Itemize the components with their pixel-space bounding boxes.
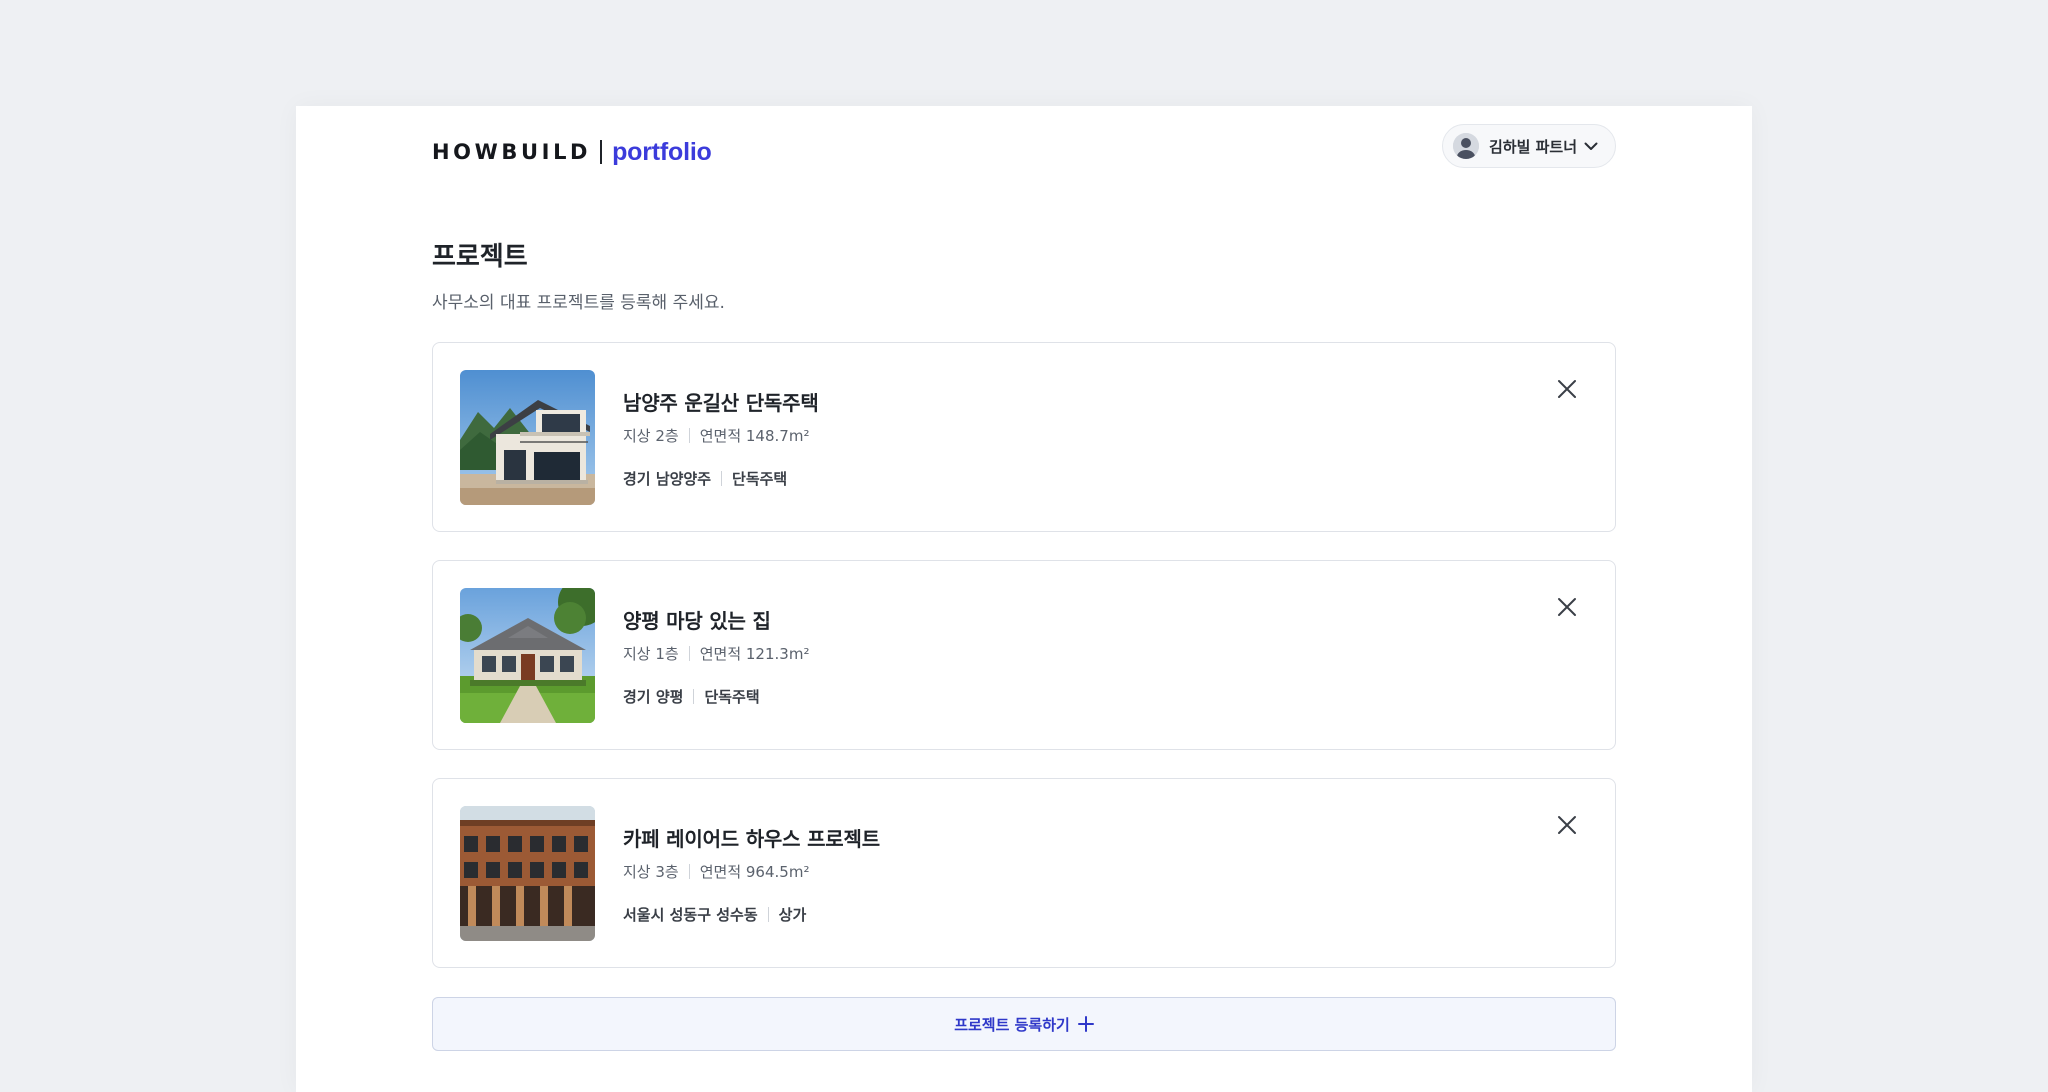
project-location: 경기 양평 (623, 688, 684, 706)
project-tags: 경기 양평 단독주택 (623, 686, 760, 707)
page-description: 사무소의 대표 프로젝트를 등록해 주세요. (432, 293, 725, 313)
close-icon (1558, 816, 1576, 834)
project-card[interactable]: 남양주 운길산 단독주택 지상 2층 연면적 148.7m² 경기 남양양주 단… (432, 342, 1616, 532)
project-floors: 지상 2층 (623, 427, 679, 445)
project-title: 양평 마당 있는 집 (623, 609, 771, 633)
project-category: 단독주택 (732, 470, 788, 488)
project-specs: 지상 2층 연면적 148.7m² (623, 425, 809, 446)
project-card[interactable]: 양평 마당 있는 집 지상 1층 연면적 121.3m² 경기 양평 단독주택 (432, 560, 1616, 750)
project-thumbnail (460, 806, 595, 941)
logo-brand: HOWBUILD (432, 140, 592, 164)
project-specs: 지상 1층 연면적 121.3m² (623, 643, 809, 664)
chevron-down-icon (1583, 138, 1599, 154)
project-category: 상가 (778, 906, 807, 924)
project-floors: 지상 3층 (623, 863, 679, 881)
divider (688, 646, 690, 661)
divider (721, 471, 723, 486)
project-area: 연면적 121.3m² (699, 645, 810, 663)
logo-divider (600, 140, 603, 164)
project-thumbnail (460, 370, 595, 505)
remove-project-button[interactable] (1555, 377, 1579, 401)
project-title: 남양주 운길산 단독주택 (623, 391, 819, 415)
remove-project-button[interactable] (1555, 595, 1579, 619)
user-name: 김하빌 파트너 (1488, 137, 1577, 156)
close-icon (1558, 598, 1576, 616)
logo[interactable]: HOWBUILD portfolio (432, 134, 712, 170)
top-header: HOWBUILD portfolio 김하빌 파트너 (432, 106, 1616, 188)
page-title: 프로젝트 (432, 242, 528, 272)
project-tags: 서울시 성동구 성수동 상가 (623, 904, 806, 925)
close-icon (1558, 380, 1576, 398)
user-avatar-icon (1452, 133, 1479, 159)
logo-portfolio: portfolio (612, 137, 712, 166)
divider (688, 428, 690, 443)
divider (688, 864, 690, 879)
project-title: 카페 레이어드 하우스 프로젝트 (623, 827, 880, 851)
project-card[interactable]: 카페 레이어드 하우스 프로젝트 지상 3층 연면적 964.5m² 서울시 성… (432, 778, 1616, 968)
user-menu-button[interactable]: 김하빌 파트너 (1441, 124, 1616, 168)
project-location: 경기 남양양주 (623, 470, 712, 488)
plus-icon (1077, 1016, 1094, 1032)
project-category: 단독주택 (704, 688, 760, 706)
portfolio-panel: HOWBUILD portfolio 김하빌 파트너 프로젝트 사무소의 대표 … (296, 106, 1752, 1092)
project-location: 서울시 성동구 성수동 (623, 906, 758, 924)
project-area: 연면적 148.7m² (699, 427, 810, 445)
project-tags: 경기 남양양주 단독주택 (623, 468, 787, 489)
project-specs: 지상 3층 연면적 964.5m² (623, 861, 809, 882)
project-area: 연면적 964.5m² (699, 863, 810, 881)
divider (767, 907, 769, 922)
project-thumbnail (460, 588, 595, 723)
project-floors: 지상 1층 (623, 645, 679, 663)
divider (693, 689, 695, 704)
add-project-button[interactable]: 프로젝트 등록하기 (432, 997, 1616, 1051)
remove-project-button[interactable] (1555, 813, 1579, 837)
add-project-label: 프로젝트 등록하기 (954, 1015, 1070, 1034)
